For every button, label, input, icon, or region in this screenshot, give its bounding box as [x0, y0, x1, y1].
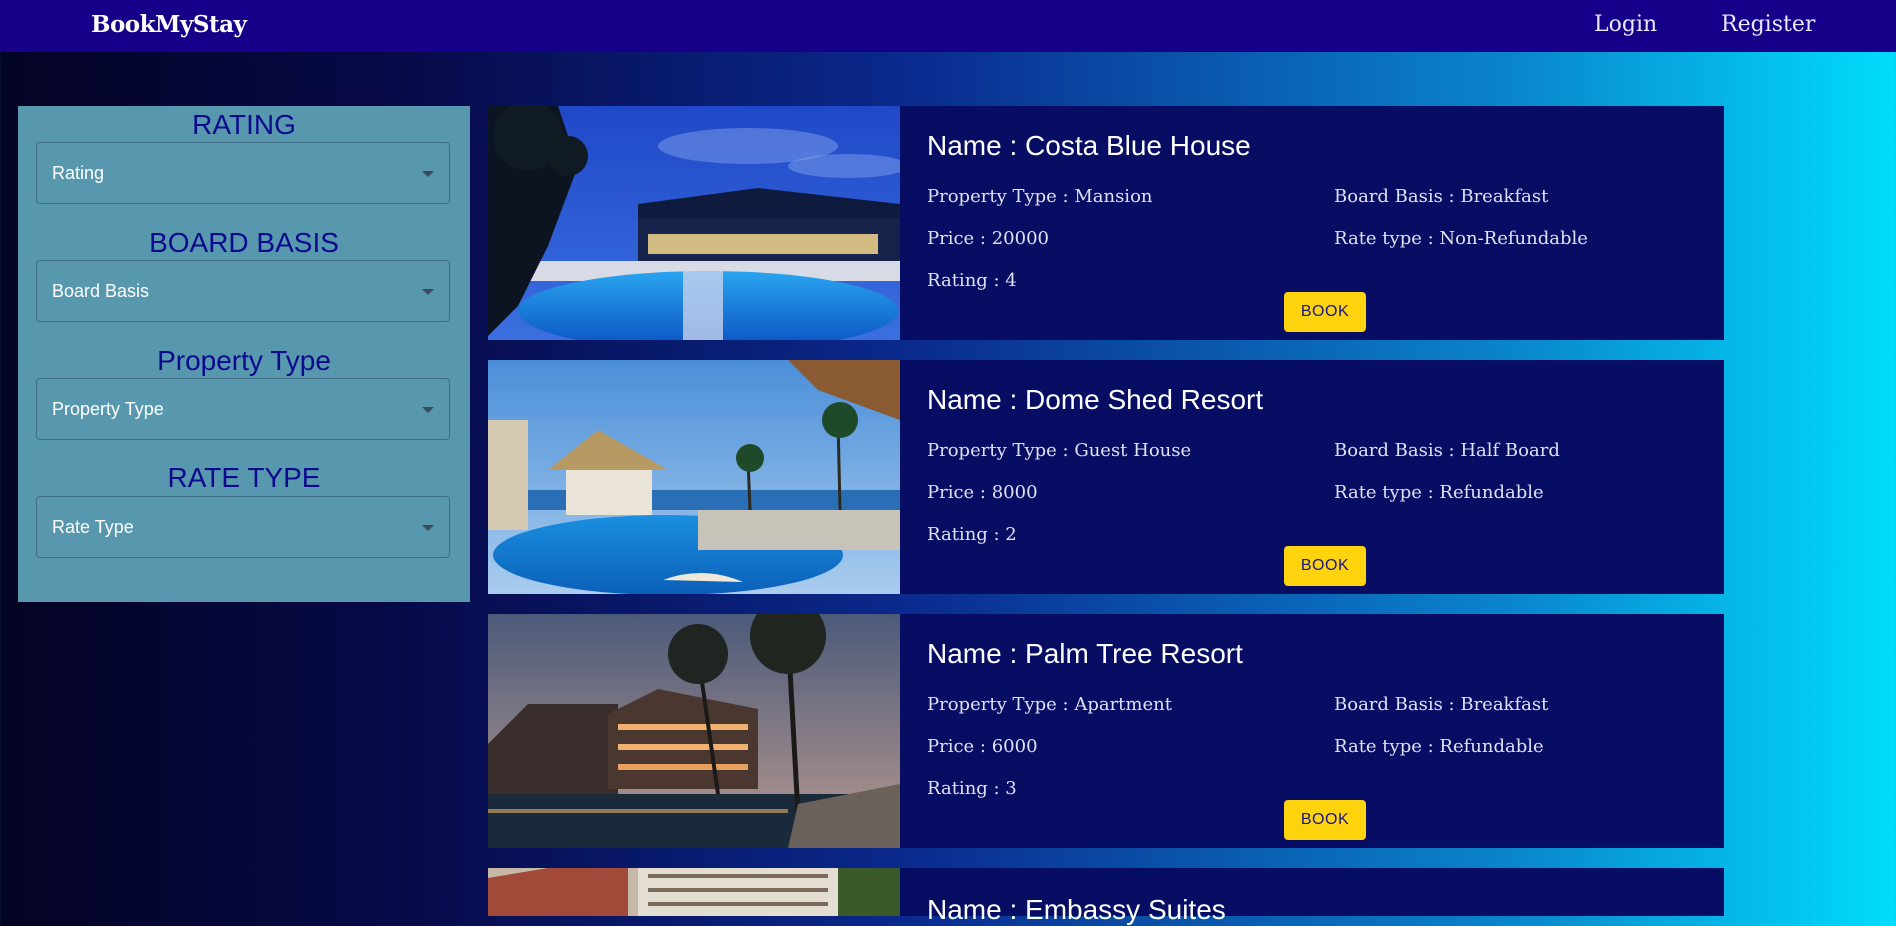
hotel-photo [488, 106, 900, 340]
rating-filter-title: RATING [192, 109, 296, 140]
property-type-select-label: Property Type [52, 399, 164, 419]
login-link[interactable]: Login [1594, 12, 1657, 37]
hotel-photo [488, 868, 900, 916]
hotel-price: Price : 20000 [927, 228, 1049, 249]
rating-select-label: Rating [52, 163, 105, 183]
hotel-rate-type: Rate type : Refundable [1334, 736, 1544, 757]
hotel-price: Price : 6000 [927, 736, 1038, 757]
hotel-rating: Rating : 3 [927, 778, 1017, 799]
navbar: BookMyStay Login Register [0, 0, 1896, 52]
property-type-select[interactable]: Property Type [36, 378, 450, 440]
hotel-card: Name : Dome Shed Resort Property Type : … [488, 360, 1724, 594]
hotel-card: Name : Embassy Suites [488, 868, 1724, 925]
hotel-rating: Rating : 2 [927, 524, 1017, 545]
register-link[interactable]: Register [1721, 12, 1815, 37]
chevron-down-icon [422, 171, 434, 177]
hotel-name: Name : Costa Blue House [927, 130, 1251, 161]
filter-panel: RATING Rating BOARD BASIS Board Basis Pr… [18, 106, 470, 602]
hotel-property-type: Property Type : Guest House [927, 440, 1192, 461]
hotel-board-basis: Board Basis : Breakfast [1334, 186, 1549, 207]
property-type-filter-title: Property Type [157, 345, 331, 376]
hotel-property-type: Property Type : Apartment [927, 694, 1172, 715]
rate-type-select[interactable]: Rate Type [36, 496, 450, 558]
hotel-rate-type: Rate type : Non-Refundable [1334, 228, 1588, 249]
rating-select[interactable]: Rating [36, 142, 450, 204]
chevron-down-icon [422, 407, 434, 413]
hotel-photo [488, 360, 900, 594]
board-basis-select-label: Board Basis [52, 281, 150, 301]
board-basis-filter-title: BOARD BASIS [149, 227, 339, 258]
hotel-card: Name : Palm Tree Resort Property Type : … [488, 614, 1724, 848]
hotel-photo [488, 614, 900, 848]
hotel-board-basis: Board Basis : Breakfast [1334, 694, 1549, 715]
hotel-card: Name : Costa Blue House Property Type : … [488, 106, 1724, 340]
hotel-board-basis: Board Basis : Half Board [1334, 440, 1560, 461]
hotel-rating: Rating : 4 [927, 270, 1017, 291]
chevron-down-icon [422, 525, 434, 531]
hotel-price: Price : 8000 [927, 482, 1038, 503]
rate-type-filter-title: RATE TYPE [167, 462, 321, 493]
chevron-down-icon [422, 289, 434, 295]
hotel-rate-type: Rate type : Refundable [1334, 482, 1544, 503]
hotel-property-type: Property Type : Mansion [927, 186, 1153, 207]
hotel-name: Name : Palm Tree Resort [927, 638, 1243, 669]
book-button[interactable]: BOOK [1284, 800, 1366, 840]
brand-logo[interactable]: BookMyStay [91, 11, 247, 38]
board-basis-select[interactable]: Board Basis [36, 260, 450, 322]
hotel-name: Name : Embassy Suites [927, 894, 1226, 925]
rate-type-select-label: Rate Type [52, 517, 134, 537]
hotel-name: Name : Dome Shed Resort [927, 384, 1264, 415]
book-button[interactable]: BOOK [1284, 292, 1366, 332]
book-button[interactable]: BOOK [1284, 546, 1366, 586]
